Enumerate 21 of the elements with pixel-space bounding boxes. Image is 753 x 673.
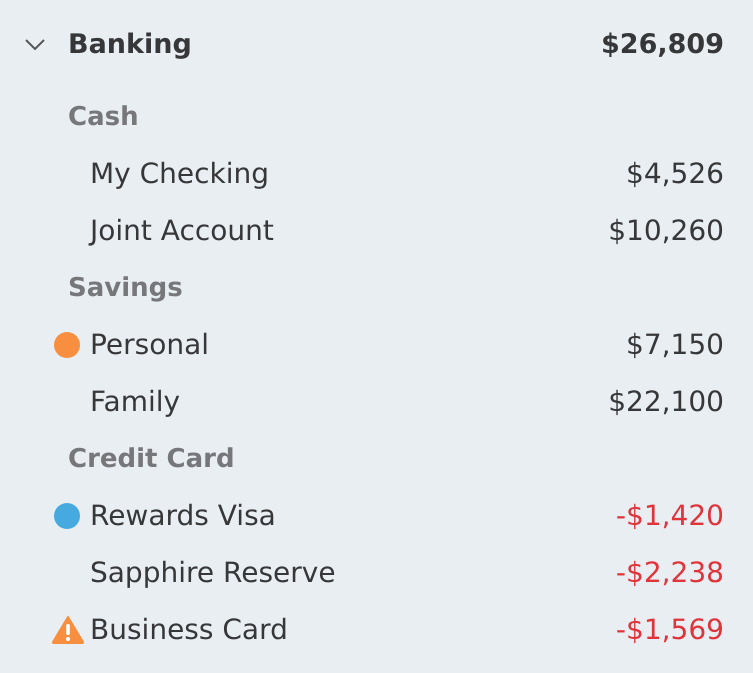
account-balance: -$1,420: [616, 499, 724, 532]
account-balance: -$1,569: [616, 613, 724, 646]
group-total: $26,809: [601, 29, 724, 60]
account-name[interactable]: Business Card: [90, 613, 616, 646]
group-name: Banking: [68, 29, 193, 60]
account-balance: $22,100: [608, 385, 724, 418]
account-balance: $10,260: [608, 214, 724, 247]
account-balance: $7,150: [626, 328, 724, 361]
account-balance: $4,526: [626, 157, 724, 190]
account-name[interactable]: Personal: [90, 328, 626, 361]
category-label: Cash: [67, 102, 139, 132]
warning-icon: [52, 616, 84, 644]
account-name[interactable]: Sapphire Reserve: [90, 556, 616, 589]
account-balance: -$2,238: [616, 556, 724, 589]
account-name[interactable]: My Checking: [90, 157, 626, 190]
category-label: Credit Card: [67, 444, 235, 474]
account-name[interactable]: Rewards Visa: [90, 499, 616, 532]
account-name[interactable]: Joint Account: [90, 214, 608, 247]
account-name[interactable]: Family: [90, 385, 608, 418]
category-label: Savings: [67, 272, 183, 302]
chevron-icon[interactable]: [25, 38, 45, 50]
